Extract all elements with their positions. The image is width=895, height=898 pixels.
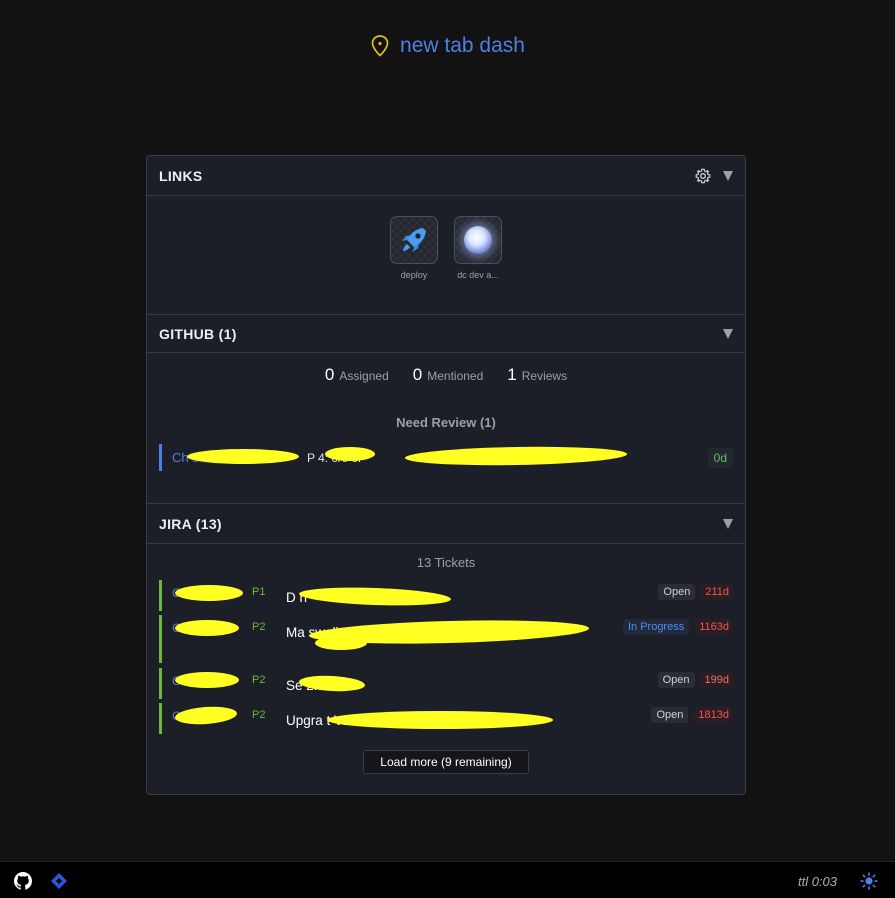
stat-count: 1 (507, 365, 517, 384)
jira-section-header[interactable]: JIRA (13) (147, 504, 745, 544)
collapse-caret-icon[interactable] (723, 518, 733, 529)
need-review-heading: Need Review (1) (396, 415, 496, 430)
map-pin-icon (371, 35, 389, 57)
link-tile-deploy[interactable]: deploy (390, 216, 438, 314)
ticket-status-badge: Open (658, 584, 696, 600)
github-icon[interactable] (14, 872, 32, 890)
stat-mentioned: 0 Mentioned (413, 365, 484, 385)
redaction-mark (175, 672, 239, 688)
links-body: deploy dc dev a... (147, 196, 745, 315)
collapse-caret-icon[interactable] (723, 170, 733, 181)
stat-label: Assigned (339, 369, 389, 383)
rocket-icon (402, 228, 426, 252)
ticket-status-badge: Open (657, 672, 695, 688)
ttl-timer: ttl 0:03 (797, 874, 837, 889)
dashboard-panel: LINKS deploy dc dev a... GITHUB (1) 0 As… (146, 155, 746, 795)
github-body: 0 Assigned 0 Mentioned 1 Reviews Need Re… (147, 353, 745, 504)
ticket-status-badge: Open (651, 707, 689, 723)
stat-assigned: 0 Assigned (325, 365, 389, 385)
ticket-priority: P2 (252, 621, 266, 633)
redaction-mark (327, 711, 553, 729)
app-title: new tab dash (400, 34, 525, 57)
ticket-status-badge: In Progress (622, 619, 690, 635)
redaction-mark (175, 585, 243, 601)
github-section-title: GITHUB (1) (159, 325, 237, 342)
stat-label: Mentioned (427, 369, 484, 383)
redaction-mark (315, 636, 367, 650)
gear-icon[interactable] (695, 168, 711, 184)
jira-icon[interactable] (50, 872, 68, 890)
link-icon-frame (390, 216, 438, 264)
github-stats: 0 Assigned 0 Mentioned 1 Reviews (147, 365, 745, 385)
jira-section-title: JIRA (13) (159, 515, 222, 532)
redaction-mark (187, 449, 299, 464)
ticket-priority: P2 (252, 709, 266, 721)
ticket-age-badge: 199d (700, 672, 733, 688)
link-icon-frame (454, 216, 502, 264)
link-tile-dc-dev[interactable]: dc dev a... (454, 216, 502, 314)
stat-count: 0 (412, 365, 423, 384)
bottom-bar: ttl 0:03 (0, 861, 895, 898)
redaction-mark (175, 620, 239, 636)
stat-count: 0 (324, 365, 335, 384)
sun-icon[interactable] (860, 872, 878, 890)
ticket-count: 13 Tickets (416, 555, 476, 570)
collapse-caret-icon[interactable] (723, 328, 733, 339)
links-section-header[interactable]: LINKS (147, 156, 745, 196)
github-section-header[interactable]: GITHUB (1) (147, 315, 745, 353)
ticket-priority: P1 (252, 586, 266, 598)
load-more-button[interactable]: Load more (9 remaining) (363, 750, 529, 774)
ticket-age-badge: 211d (701, 584, 733, 600)
ticket-age-badge: 1163d (695, 619, 733, 635)
stat-reviews: 1 Reviews (507, 365, 567, 385)
ticket-priority: P2 (252, 674, 266, 686)
globe-icon (464, 226, 492, 254)
redaction-mark (325, 447, 375, 461)
ticket-age-badge: 1813d (694, 707, 733, 723)
jira-body: 13 Tickets C P1 D n Open 211d C P2 Ma sw… (147, 544, 745, 794)
pr-age-badge: 0d (707, 447, 733, 468)
link-label: deploy (400, 270, 428, 280)
stat-label: Reviews (521, 369, 568, 383)
links-section-title: LINKS (159, 167, 203, 184)
app-header: new tab dash (0, 34, 895, 58)
ticket-row[interactable]: C P2 Se 2.0 Open 199d (159, 668, 733, 699)
link-label: dc dev a... (457, 270, 499, 280)
